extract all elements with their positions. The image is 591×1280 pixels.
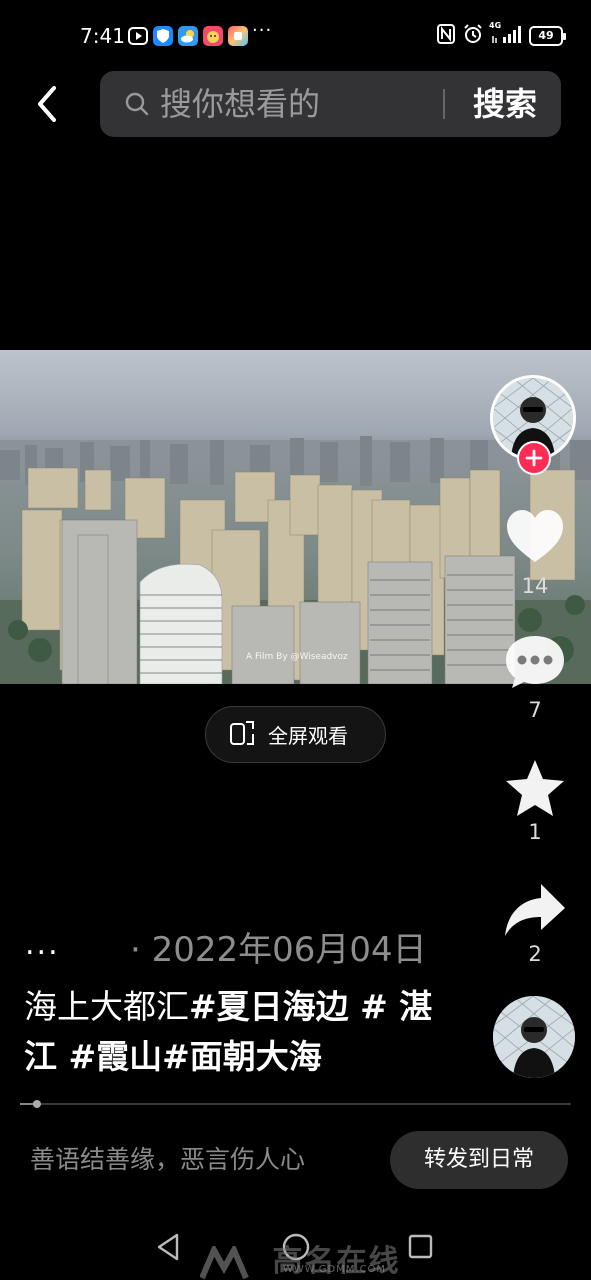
comment-input[interactable]: 善语结善缘，恶言伤人心	[30, 1130, 370, 1190]
alarm-icon	[463, 24, 483, 48]
more-notifications-indicator: ···	[252, 20, 273, 41]
heart-icon	[507, 510, 563, 562]
caption-text: 海上大都汇	[24, 987, 189, 1026]
share-count: 2	[528, 942, 542, 966]
follow-button[interactable]	[517, 441, 551, 475]
favorite-button[interactable]: 1	[500, 758, 570, 844]
plus-icon	[525, 449, 543, 467]
search-input[interactable]	[160, 71, 430, 137]
nav-recents-icon[interactable]	[407, 1233, 435, 1265]
rotate-screen-icon	[228, 718, 258, 752]
comment-bubble-icon	[506, 636, 564, 688]
site-watermark-url: WWW.GDMM.COM	[283, 1264, 387, 1275]
chevron-left-icon	[38, 86, 56, 122]
status-bar: 7:41 ··· 4G 49	[0, 0, 591, 70]
search-divider	[443, 89, 445, 119]
weather-app-notification-icon	[178, 26, 198, 46]
comment-count: 7	[528, 698, 542, 722]
comment-button[interactable]: 7	[500, 632, 570, 722]
share-arrow-icon	[505, 884, 565, 936]
video-progress-bar[interactable]	[20, 1100, 571, 1108]
battery-indicator: 49	[529, 26, 566, 46]
like-count: 14	[521, 574, 549, 598]
nfc-icon	[437, 24, 455, 48]
back-button[interactable]	[30, 82, 70, 126]
network-type-label: 4G	[489, 21, 502, 30]
fullscreen-label: 全屏观看	[268, 724, 348, 748]
favorite-count: 1	[528, 820, 542, 844]
music-disc-avatar[interactable]	[493, 996, 575, 1078]
share-to-daily-button[interactable]: 转发到日常	[390, 1131, 568, 1189]
avatar-image	[493, 996, 575, 1078]
fullscreen-button[interactable]: 全屏观看	[205, 706, 386, 763]
game-app-notification-icon	[203, 26, 223, 46]
progress-knob[interactable]	[33, 1100, 41, 1108]
shield-app-notification-icon	[153, 26, 173, 46]
post-date: · 2022年06月04日	[130, 930, 427, 970]
status-right-group: 4G 49	[437, 21, 566, 48]
system-navigation-bar: 高名在线 WWW.GDMM.COM	[0, 1210, 591, 1280]
star-icon	[506, 760, 564, 816]
video-app-notification-icon	[128, 26, 148, 46]
search-icon	[124, 91, 150, 117]
post-caption: 海上大都汇#夏日海边 # 湛江 #霞山#面朝大海	[24, 982, 444, 1082]
like-button[interactable]: 14	[500, 508, 570, 598]
share-button[interactable]: 2	[500, 882, 570, 966]
nav-back-icon[interactable]	[155, 1232, 183, 1266]
search-bar[interactable]: 搜索	[100, 71, 561, 137]
search-button[interactable]: 搜索	[460, 71, 550, 137]
signal-icon: 4G	[489, 21, 521, 48]
more-options-button[interactable]: ...	[25, 930, 60, 960]
status-time: 7:41	[80, 24, 125, 48]
video-watermark: A Film By @Wiseadvoz	[246, 652, 348, 662]
store-app-notification-icon	[228, 26, 248, 46]
